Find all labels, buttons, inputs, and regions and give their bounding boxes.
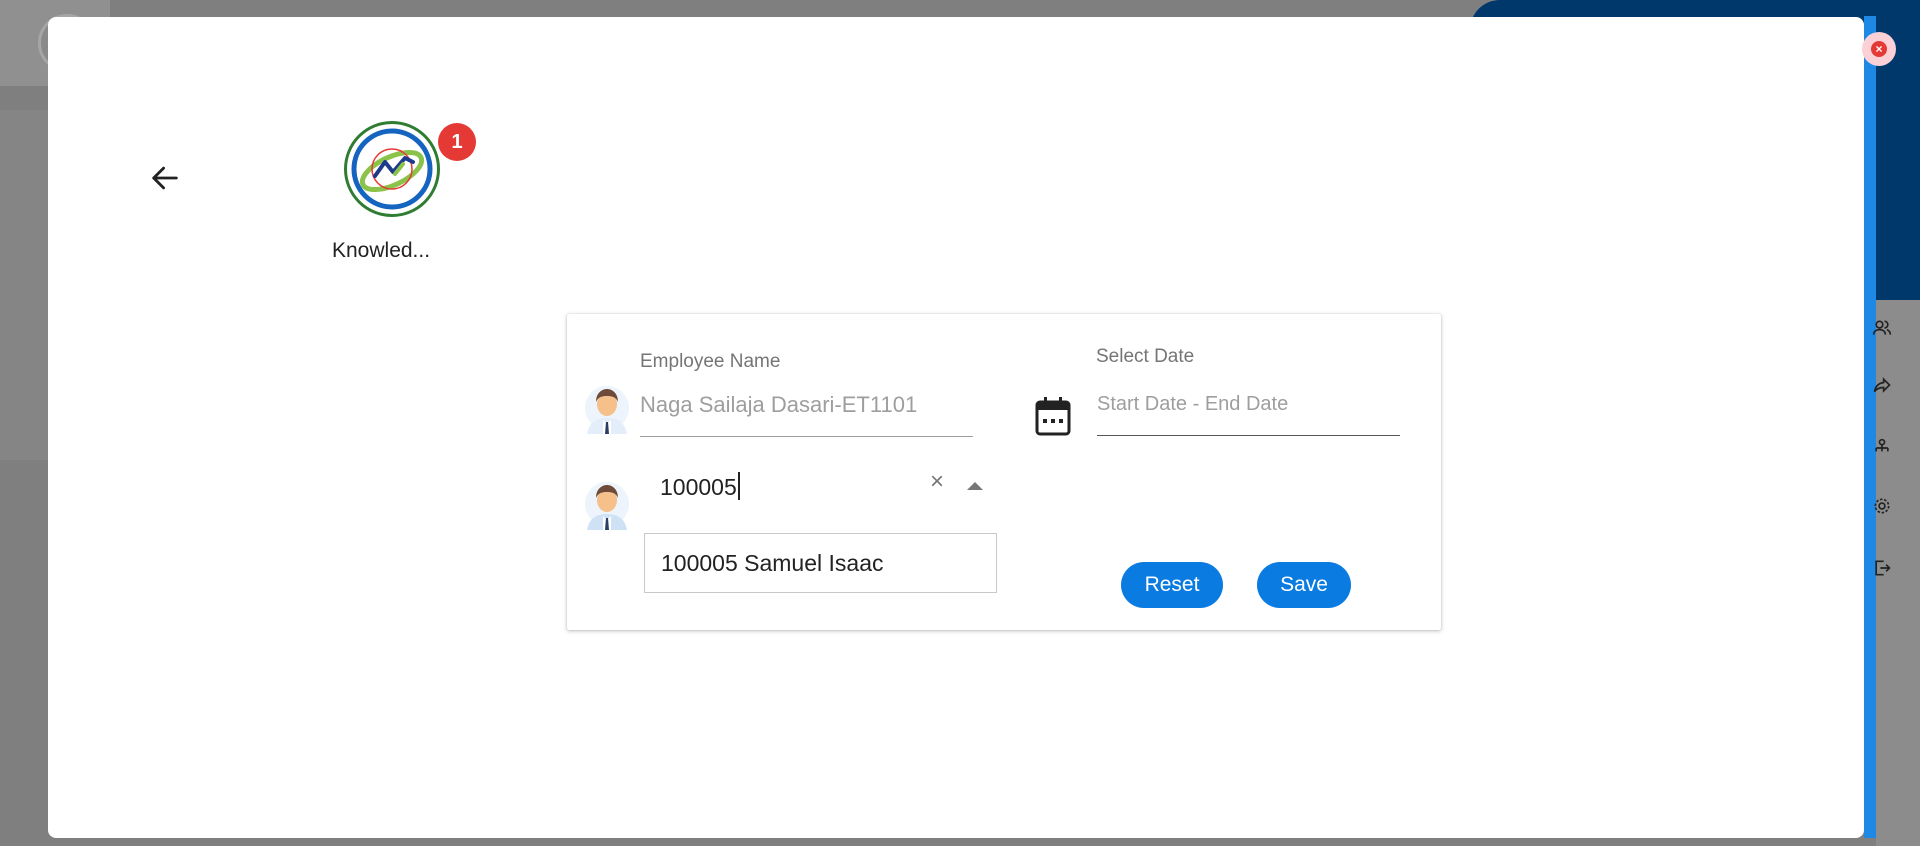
calendar-icon[interactable]: [1034, 395, 1072, 437]
date-range-underline: [1097, 435, 1400, 436]
employee-name-field[interactable]: Naga Sailaja Dasari-ET1101: [640, 392, 917, 418]
users-icon: [1870, 316, 1894, 340]
close-circle-icon: ×: [1871, 41, 1887, 57]
dropdown-option[interactable]: 100005 Samuel Isaac: [644, 533, 997, 593]
modal-dialog: × 1 Knowled... Employee Name Naga Sailaj…: [48, 17, 1896, 838]
select-date-label: Select Date: [1096, 346, 1195, 367]
settings-icon: [1870, 494, 1894, 518]
filter-form-card: Employee Name Naga Sailaja Dasari-ET1101…: [567, 314, 1441, 630]
employee-name-underline: [640, 436, 973, 437]
background-strip: [0, 110, 48, 460]
notification-badge: 1: [438, 123, 476, 161]
logout-icon: [1870, 556, 1894, 580]
org-chart-icon: [1870, 436, 1894, 460]
date-range-field[interactable]: Start Date - End Date: [1097, 393, 1288, 416]
caret-up-icon[interactable]: [967, 482, 983, 490]
background-accent-bar: [1864, 16, 1876, 838]
clear-icon[interactable]: ×: [930, 468, 944, 496]
reset-button[interactable]: Reset: [1121, 562, 1223, 608]
employee-avatar-icon: [585, 482, 629, 530]
app-tile-label: Knowled...: [332, 239, 431, 262]
knowledge-logo-icon: [344, 121, 440, 217]
employee-search-value: 100005: [660, 474, 737, 500]
text-caret: [737, 472, 740, 500]
employee-search-input[interactable]: 100005: [660, 472, 740, 501]
employee-name-label: Employee Name: [640, 351, 781, 372]
share-icon: [1870, 373, 1894, 397]
save-button[interactable]: Save: [1257, 562, 1351, 608]
close-button[interactable]: ×: [1862, 32, 1896, 66]
employee-avatar-icon: [585, 386, 629, 434]
arrow-left-icon[interactable]: [148, 161, 182, 195]
